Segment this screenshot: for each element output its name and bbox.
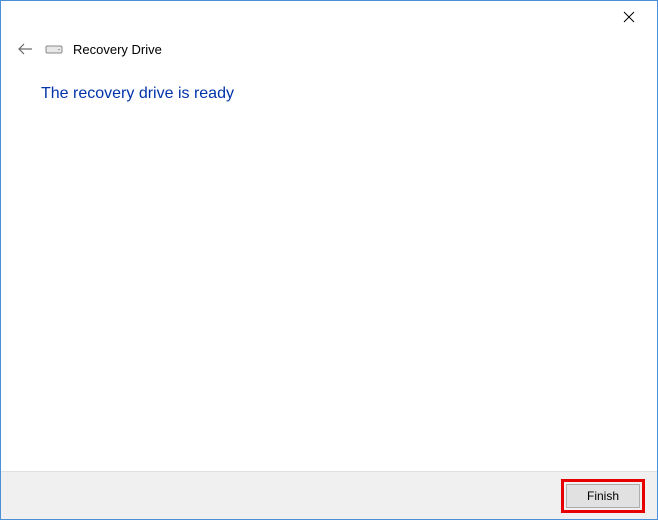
close-icon [623,11,635,23]
drive-icon [45,42,63,56]
finish-button[interactable]: Finish [566,484,640,508]
wizard-footer: Finish [1,471,657,519]
page-heading: The recovery drive is ready [41,85,617,103]
recovery-drive-wizard-window: Recovery Drive The recovery drive is rea… [0,0,658,520]
wizard-content: The recovery drive is ready [1,69,657,471]
titlebar [1,1,657,33]
close-button[interactable] [609,3,649,31]
finish-highlight: Finish [561,479,645,513]
back-arrow-icon [17,42,33,56]
wizard-header: Recovery Drive [1,33,657,69]
back-button[interactable] [15,39,35,59]
wizard-title: Recovery Drive [73,42,162,57]
